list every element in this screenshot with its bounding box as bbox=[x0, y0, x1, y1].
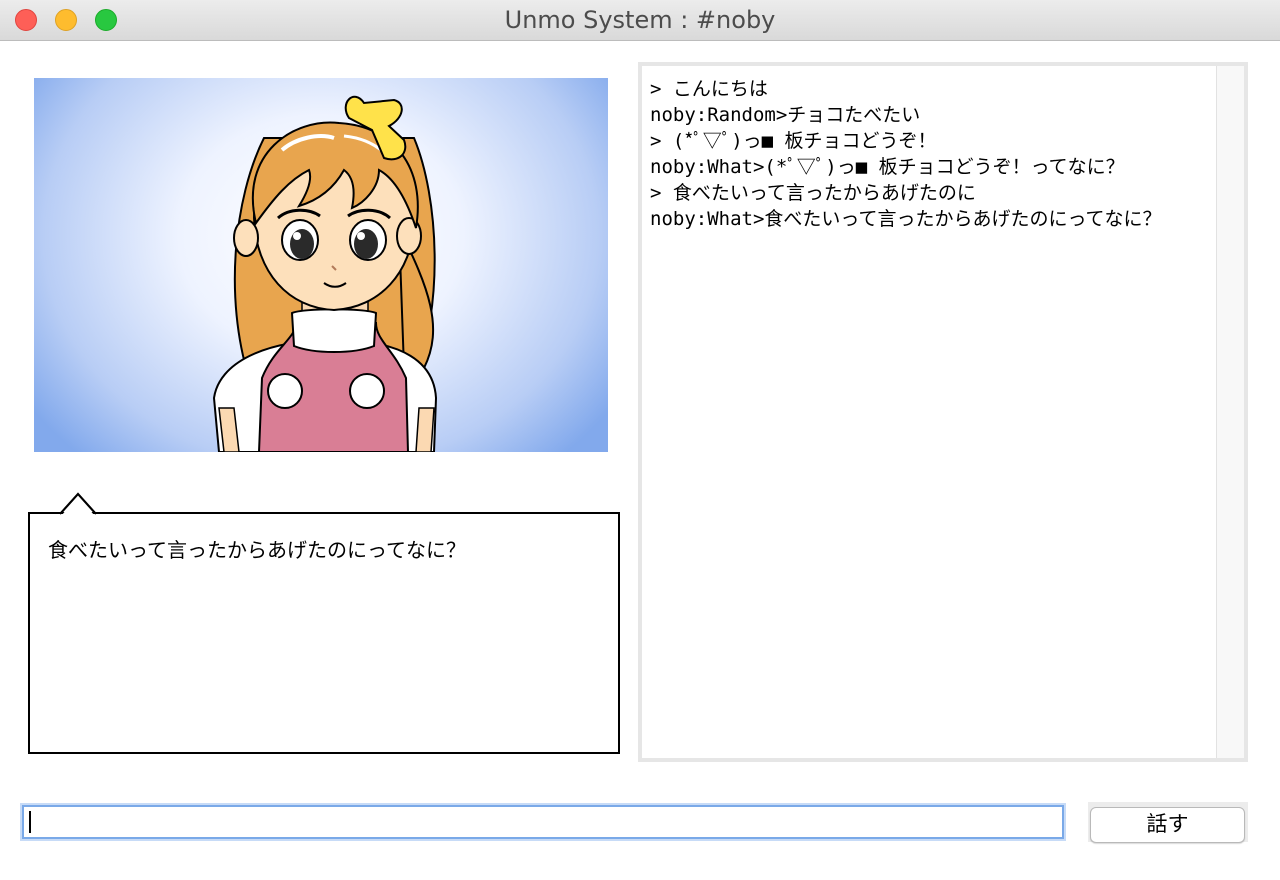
log-line: noby:Random>チョコたべたい bbox=[650, 104, 921, 126]
window-titlebar: Unmo System : #noby bbox=[0, 0, 1280, 41]
character-illustration bbox=[212, 95, 438, 452]
window-title: Unmo System : #noby bbox=[504, 6, 776, 34]
log-line: noby:What>食べたいって言ったからあげたのにってなに？ bbox=[650, 208, 1162, 230]
log-line: > (*ﾟ▽ﾟ)っ■ 板チョコどうぞ！ bbox=[650, 130, 937, 152]
text-caret bbox=[29, 811, 31, 833]
conversation-log-text: > こんにちは noby:Random>チョコたべたい > (*ﾟ▽ﾟ)っ■ 板… bbox=[650, 76, 1198, 232]
conversation-log[interactable]: > こんにちは noby:Random>チョコたべたい > (*ﾟ▽ﾟ)っ■ 板… bbox=[638, 62, 1248, 762]
speak-button[interactable]: 話す bbox=[1090, 807, 1245, 843]
log-line: > 食べたいって言ったからあげたのに bbox=[650, 182, 976, 204]
log-scrollbar[interactable] bbox=[1216, 66, 1244, 758]
log-line: > こんにちは bbox=[650, 78, 768, 100]
character-portrait bbox=[34, 78, 608, 452]
speech-bubble: 食べたいって言ったからあげたのにってなに？ bbox=[28, 512, 620, 754]
log-line: noby:What>(*ﾟ▽ﾟ)っ■ 板チョコどうぞ！ってなに？ bbox=[650, 156, 1125, 178]
speech-bubble-text: 食べたいって言ったからあげたのにってなに？ bbox=[48, 538, 466, 562]
message-input[interactable] bbox=[22, 805, 1064, 839]
